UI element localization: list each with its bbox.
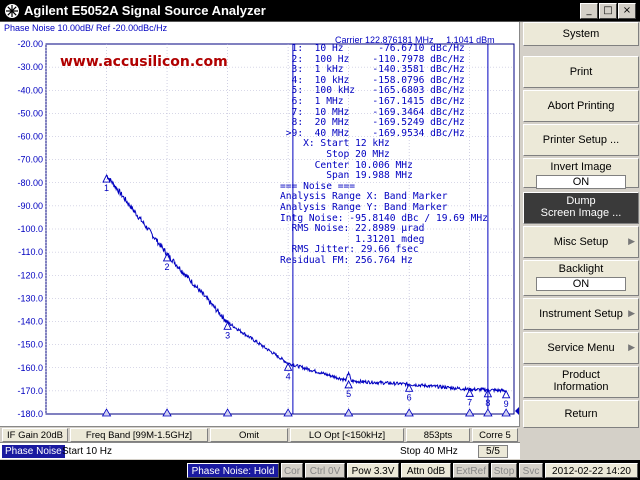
softkey-instrument-setup[interactable]: Instrument Setup ▶ [523,298,639,330]
reference-arrow-icon [515,407,519,415]
softkey-return[interactable]: Return [523,400,639,428]
y-tick-label: -130.0 [17,293,43,303]
y-tick-label: -100.0 [17,224,43,234]
watermark-url: www.accusilicon.com [60,54,228,70]
y-tick-label: -60.00 [17,132,43,142]
agilent-logo-icon [5,4,19,18]
submenu-arrow-icon: ▶ [628,308,635,318]
marker-readout-line: Residual FM: 256.764 Hz [280,254,413,266]
sweep-bar: Phase Noise Start 10 Hz Stop 40 MHz 5/5 [0,442,520,459]
svc-indicator: Svc [519,463,543,478]
marker-label: 8 [485,398,490,408]
y-tick-label: -160.0 [17,363,43,373]
marker-label: 2 [165,262,170,272]
marker-label: 5 [346,389,351,399]
softkey-label: Backlight [558,263,604,275]
y-tick-label: -180.0 [17,409,43,419]
softkey-label-line2: Screen Image ... [540,207,622,219]
phase-noise-plot[interactable]: -20.00 -30.00 -40.00 -50.00 -60.00 -70.00 -80.… [0,22,520,426]
y-tick-label: -150.0 [17,340,43,350]
measurement-mode[interactable]: Phase Noise [2,445,65,458]
softkey-label: Misc Setup [553,236,609,248]
softkey-print[interactable]: Print [523,56,639,88]
marker-label: 3 [225,330,230,340]
close-button[interactable]: × [618,3,636,19]
softkey-panel: System Print Abort Printing Printer Setup .… [521,22,640,430]
submenu-arrow-icon: ▶ [628,342,635,352]
window-title: Agilent E5052A Signal Source Analyzer [24,3,266,18]
marker-label: 9 [504,399,509,409]
softkey-invert-image[interactable]: Invert Image ON [523,158,639,189]
marker-readout-line: Analysis Range Y: Band Marker [280,201,448,213]
softkey-dump[interactable]: Dump Screen Image ... [523,192,639,224]
softkey-label: Product [562,369,600,381]
softkey-backlight[interactable]: Backlight ON [523,260,639,296]
softkey-label: Return [564,408,598,420]
softkey-system[interactable]: System [523,22,639,46]
marker-label: 4 [286,371,291,381]
meas-status: Phase Noise: Hold [187,463,279,478]
y-tick-label: -50.00 [17,108,43,118]
minimize-button[interactable]: _ [580,3,598,19]
datetime: 2012-02-22 14:20 [545,463,638,478]
analyzer-window: Agilent E5052A Signal Source Analyzer _ … [0,0,640,480]
trace-header: Phase Noise 10.00dB/ Ref -20.00dBc/Hz [4,23,168,33]
softkey-label: System [562,28,600,40]
marker-readout-line: 6: 1 MHz -167.1415 dBc/Hz [280,95,465,107]
softkey-misc-setup[interactable]: Misc Setup ▶ [523,226,639,258]
softkey-label: Invert Image [550,161,612,173]
start-frequency: Start 10 Hz [62,446,113,457]
correlation-button[interactable]: Corre 5 [472,428,518,442]
if-gain-button[interactable]: IF Gain 20dB [2,428,68,442]
status-bar: Phase Noise: Hold Cor Ctrl 0V Pow 3.3V A… [0,460,640,480]
cor-indicator: Cor [281,463,303,478]
attn-indicator: Attn 0dB [401,463,451,478]
softkey-service-menu[interactable]: Service Menu ▶ [523,332,639,364]
y-tick-label: -80.00 [17,178,43,188]
pow-indicator: Pow 3.3V [347,463,399,478]
softkey-label: Instrument Setup [539,308,623,320]
y-tick-label: -30.00 [17,62,43,72]
points-button[interactable]: 853pts [406,428,470,442]
y-tick-label: -110.0 [18,247,43,257]
marker-readout-table: 1: 10 Hz -76.6710 dBc/Hz 2: 100 Hz -110.… [280,43,510,266]
y-tick-label: -90.00 [17,201,43,211]
y-tick-label: -70.00 [17,155,43,165]
ctrl-indicator: Ctrl 0V [305,463,345,478]
softkey-label: Printer Setup ... [542,134,620,146]
softkey-label: Print [569,66,593,78]
marker-label: 7 [467,397,472,407]
marker-readout-line: Stop 20 MHz [280,148,390,160]
y-tick-label: -40.00 [17,85,43,95]
marker-label: 6 [407,392,412,402]
softkey-label: Dump [566,195,596,207]
y-tick-label: -120.0 [17,270,43,280]
y-tick-label: -140.0 [17,317,43,327]
softkey-value: ON [536,175,626,189]
extref-indicator: ExtRef [453,463,489,478]
omit-button[interactable]: Omit [210,428,288,442]
page-indicator[interactable]: 5/5 [478,445,508,458]
softkey-printer-setup[interactable]: Printer Setup ... [523,124,639,156]
softkey-product[interactable]: Product Information [523,366,639,398]
softkey-abort-printing[interactable]: Abort Printing [523,90,639,122]
submenu-arrow-icon: ▶ [628,236,635,246]
softkey-label: Abort Printing [547,100,615,112]
y-tick-label: -170.0 [17,386,43,396]
softkey-label: Service Menu [547,342,615,354]
softkey-value: ON [536,277,626,291]
maximize-button[interactable]: □ [599,3,617,19]
stop-indicator: Stop [491,463,517,478]
lo-opt-button[interactable]: LO Opt [<150kHz] [290,428,404,442]
y-tick-label: -20.00 [17,39,43,49]
softkey-label-line2: Information [553,381,609,393]
measurement-bar: IF Gain 20dB Freq Band [99M-1.5GHz] Omit… [0,426,520,442]
marker-label: 1 [104,183,109,193]
marker-readout-line: 1: 10 Hz -76.6710 dBc/Hz [280,43,465,54]
stop-frequency: Stop 40 MHz [400,446,458,457]
title-bar: Agilent E5052A Signal Source Analyzer _ … [0,0,640,22]
freq-band-button[interactable]: Freq Band [99M-1.5GHz] [70,428,208,442]
